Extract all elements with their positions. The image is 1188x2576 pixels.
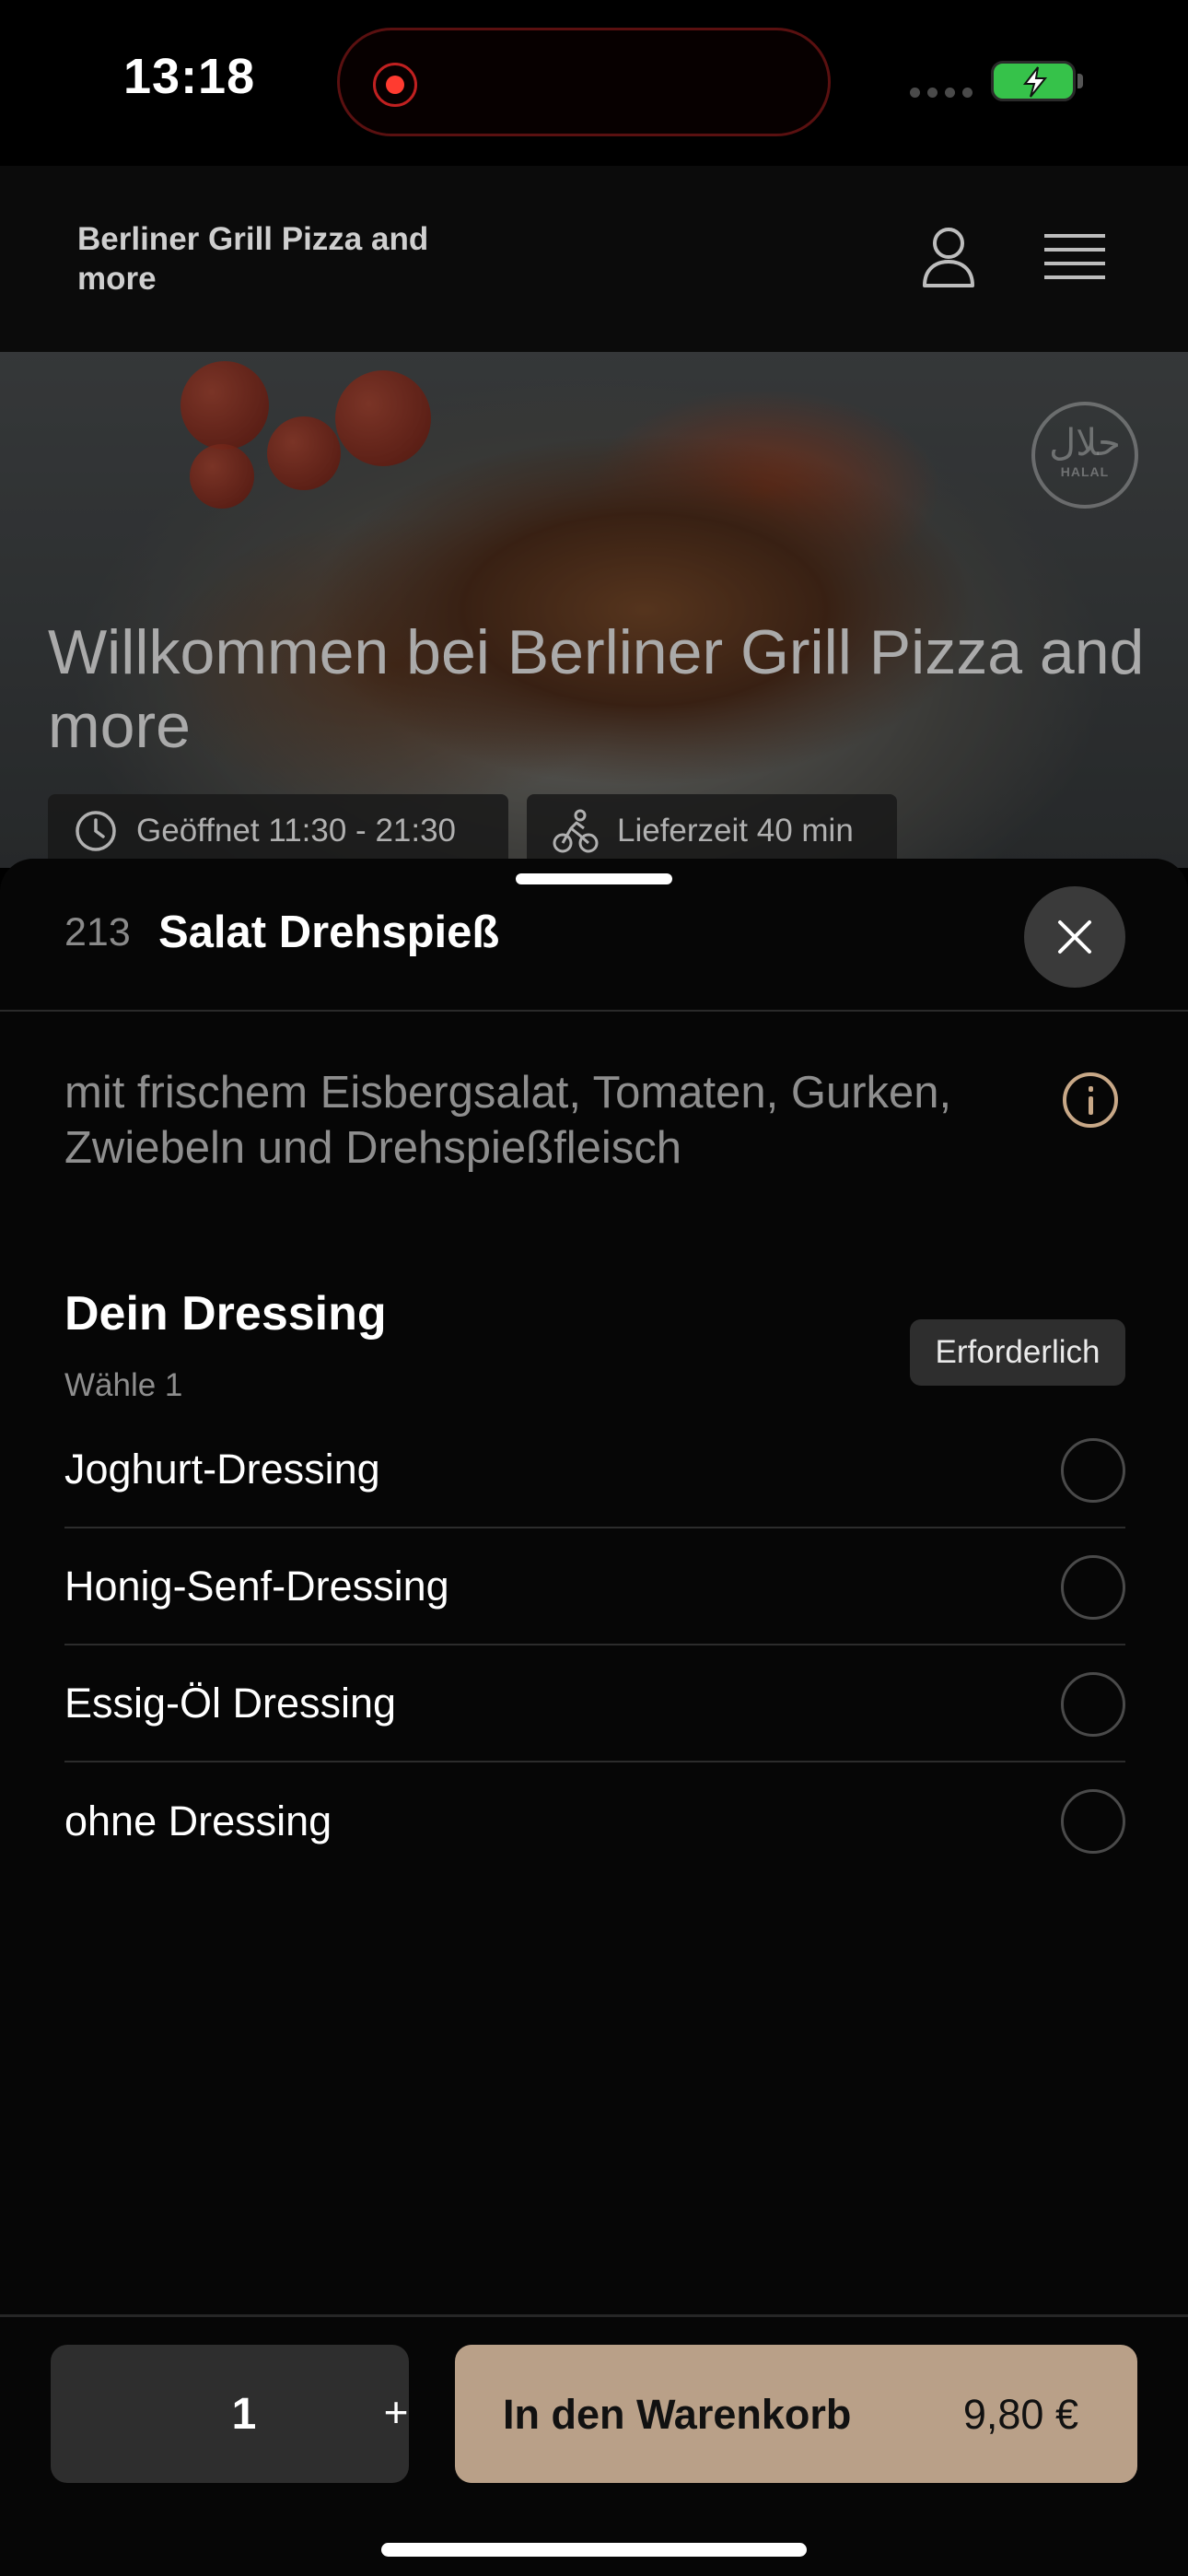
product-sheet: 213 Salat Drehspieß mit frischem Eisberg… (0, 859, 1188, 2576)
add-to-cart-button[interactable]: In den Warenkorb 9,80 € (455, 2345, 1137, 2483)
add-to-cart-label: In den Warenkorb (503, 2391, 852, 2438)
dressing-section-subtitle: Wähle 1 (64, 1367, 183, 1403)
option-label: Essig-Öl Dressing (64, 1679, 397, 1727)
halal-badge: حلال HALAL (1031, 402, 1138, 509)
dressing-option-joghurt[interactable]: Joghurt-Dressing (64, 1411, 1125, 1528)
bike-courier-icon (553, 809, 599, 853)
menu-icon[interactable] (1044, 232, 1105, 288)
dressing-options-list: Joghurt-Dressing Honig-Senf-Dressing Ess… (64, 1411, 1125, 1879)
item-title: Salat Drehspieß (158, 907, 500, 957)
delivery-time-chip: Lieferzeit 40 min (527, 794, 897, 868)
hero-overlay (0, 352, 1188, 868)
quantity-value: 1 (231, 2390, 257, 2439)
option-label: Honig-Senf-Dressing (64, 1562, 449, 1610)
halal-badge-arabic: حلال (1049, 423, 1121, 463)
divider (0, 1010, 1188, 1012)
increment-button[interactable]: + (364, 2380, 428, 2444)
dynamic-island (337, 28, 831, 136)
dressing-option-essig-oel[interactable]: Essig-Öl Dressing (64, 1645, 1125, 1762)
dressing-section-title: Dein Dressing (64, 1287, 387, 1341)
opening-hours-chip: Geöffnet 11:30 - 21:30 (48, 794, 508, 868)
dressing-option-honig-senf[interactable]: Honig-Senf-Dressing (64, 1528, 1125, 1645)
user-icon[interactable] (919, 225, 978, 296)
battery-charging-icon (991, 61, 1076, 101)
halal-badge-text: HALAL (1060, 464, 1110, 479)
home-indicator[interactable] (381, 2543, 807, 2557)
info-icon[interactable] (1063, 1072, 1118, 1128)
restaurant-name[interactable]: Berliner Grill Pizza and more (77, 219, 464, 299)
quantity-stepper: 1 + (51, 2345, 409, 2483)
clock-icon (76, 811, 116, 851)
battery-cap (1077, 74, 1083, 88)
required-badge: Erforderlich (910, 1319, 1125, 1386)
dressing-option-ohne[interactable]: ohne Dressing (64, 1762, 1125, 1879)
radio-button[interactable] (1061, 1789, 1125, 1854)
delivery-time-text: Lieferzeit 40 min (617, 813, 854, 849)
cart-price: 9,80 € (962, 2391, 1078, 2438)
radio-button[interactable] (1061, 1672, 1125, 1737)
status-time: 13:18 (123, 49, 256, 104)
radio-button[interactable] (1061, 1438, 1125, 1503)
option-label: ohne Dressing (64, 1797, 332, 1844)
bottom-bar-divider (0, 2314, 1188, 2317)
app-header: Berliner Grill Pizza and more (0, 166, 1188, 352)
radio-button[interactable] (1061, 1555, 1125, 1620)
close-button[interactable] (1024, 886, 1125, 988)
close-icon (1058, 920, 1091, 954)
hero-banner: حلال HALAL Willkommen bei Berliner Grill… (0, 352, 1188, 868)
item-number: 213 (64, 910, 131, 954)
item-description: mit frischem Eisbergsalat, Tomaten, Gurk… (64, 1068, 952, 1173)
option-label: Joghurt-Dressing (64, 1445, 380, 1493)
sheet-grabber[interactable] (516, 873, 672, 884)
hero-title: Willkommen bei Berliner Grill Pizza and … (48, 617, 1145, 761)
cellular-signal-icon (910, 88, 973, 98)
status-bar: 13:18 (0, 0, 1188, 166)
opening-hours-text: Geöffnet 11:30 - 21:30 (136, 813, 457, 849)
recording-indicator-icon (373, 63, 417, 107)
